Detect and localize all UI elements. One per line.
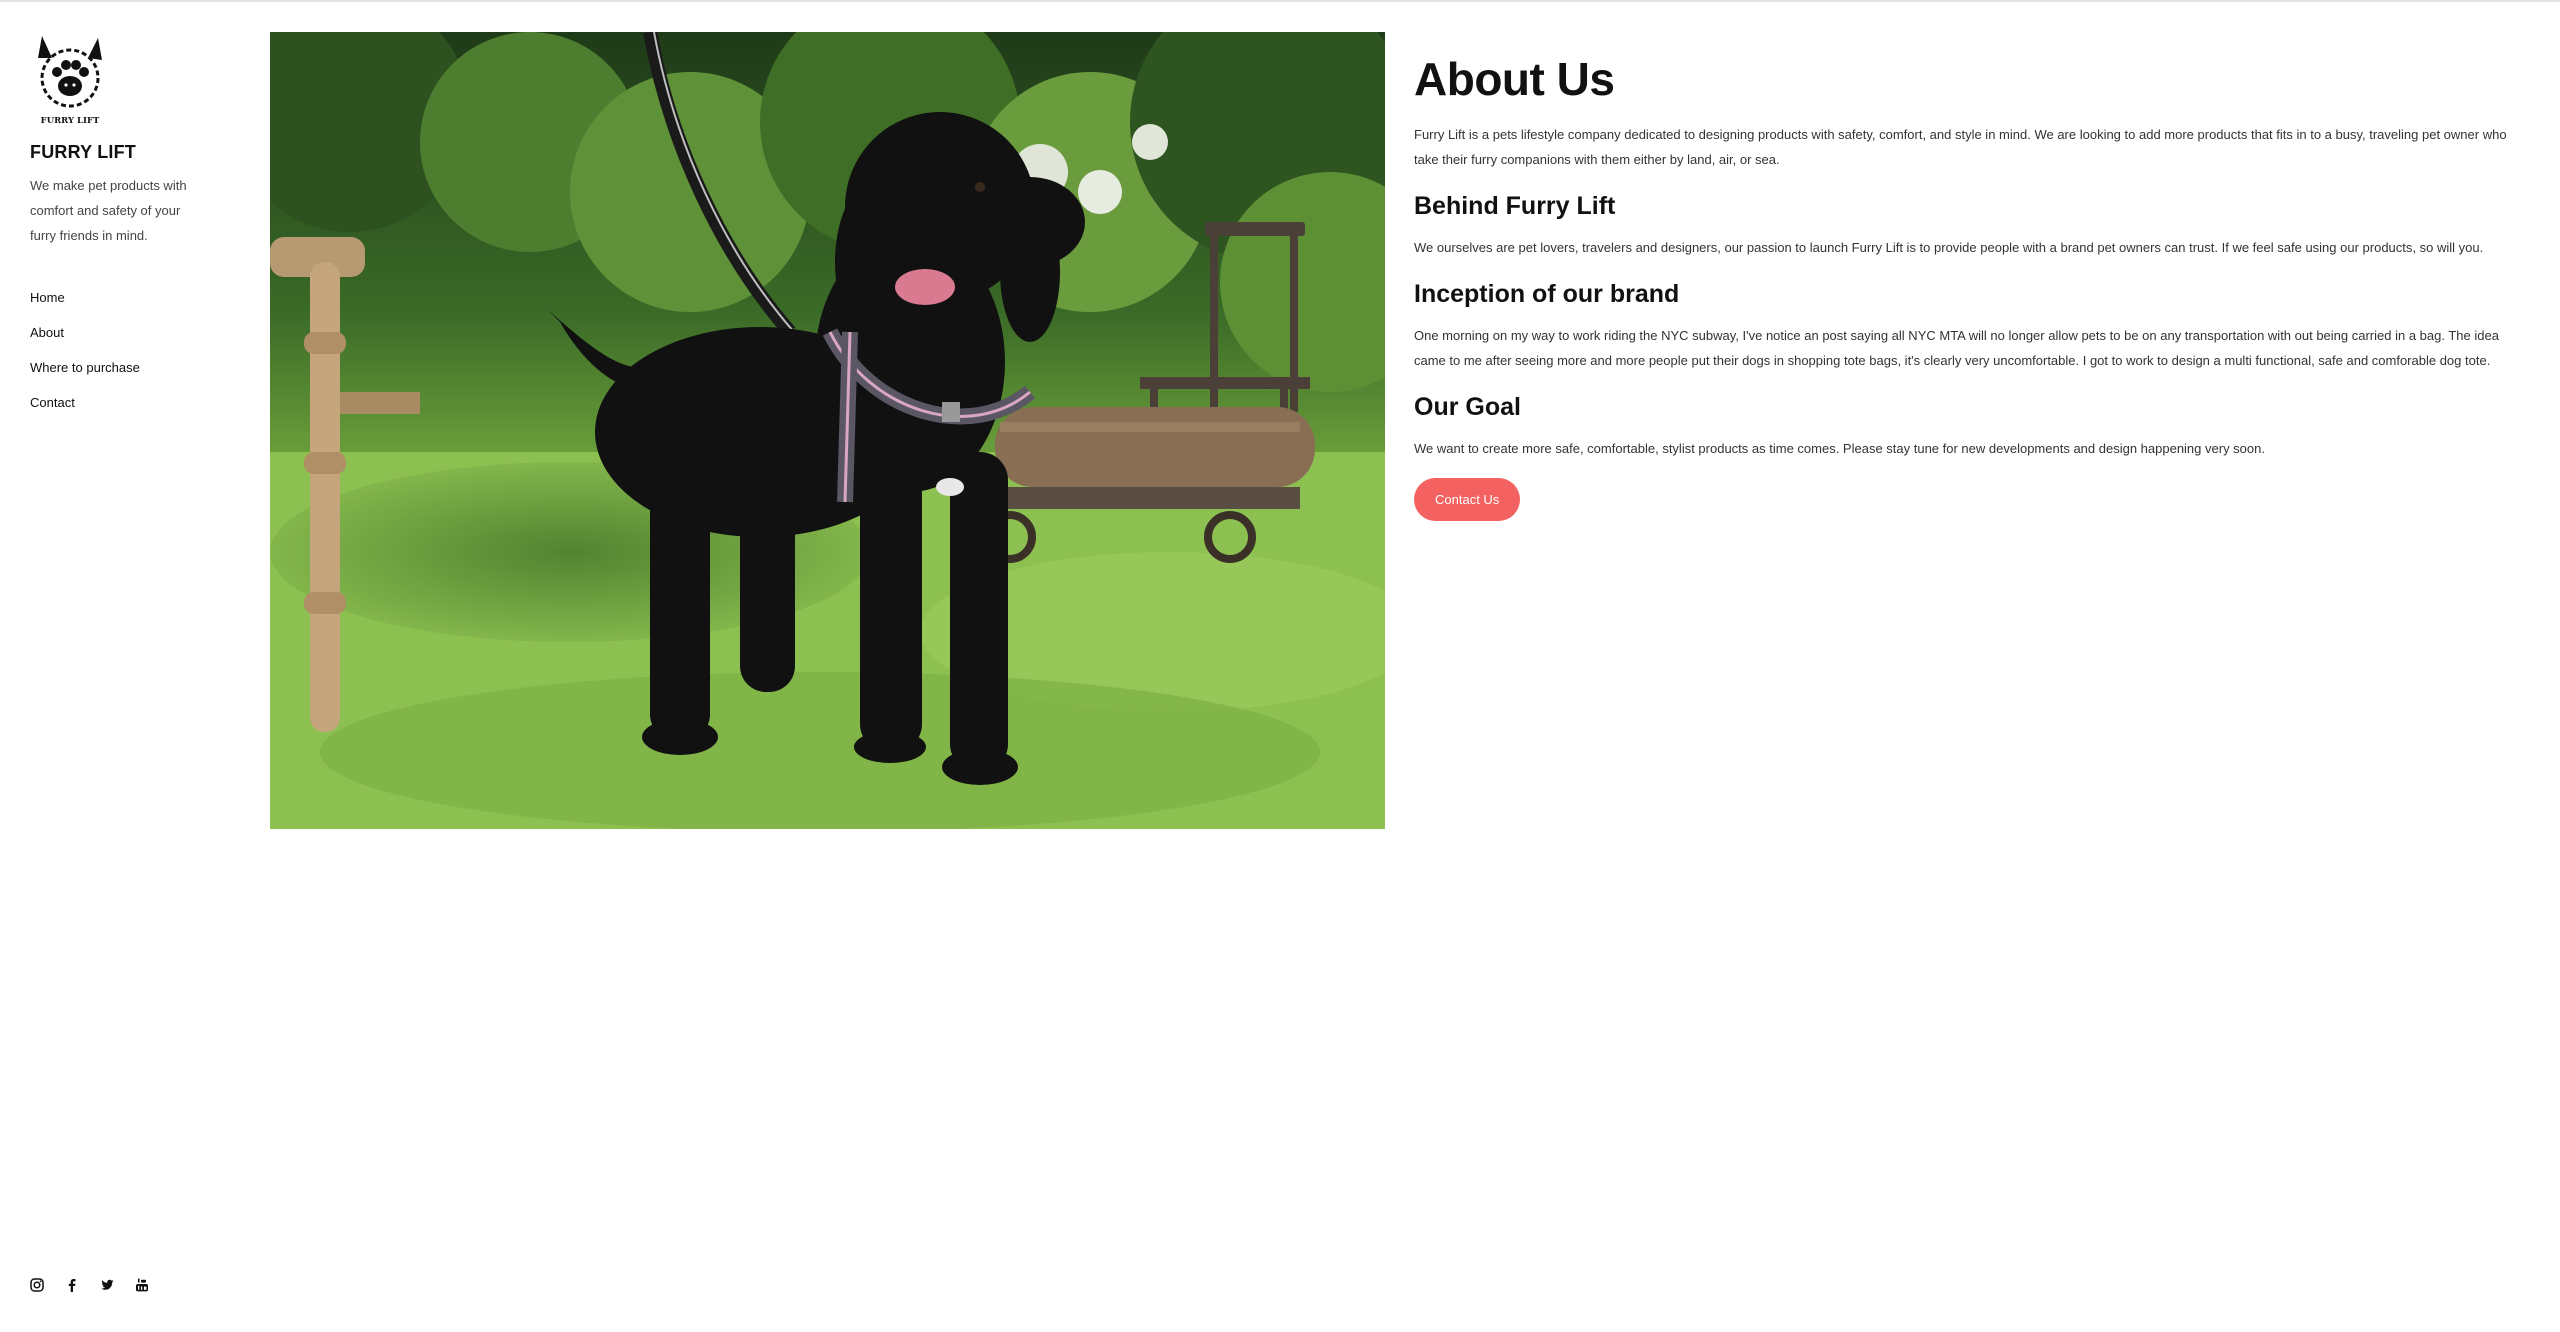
section-heading-inception: Inception of our brand [1414, 280, 1680, 308]
paw-logo-icon: FURRY LIFT [38, 36, 102, 126]
dog-photo [270, 32, 1385, 829]
logo-text: FURRY LIFT [41, 116, 100, 126]
sidebar: FURRY LIFT FURRY LIFT We make pet produc… [30, 32, 230, 428]
brand-name[interactable]: FURRY LIFT [30, 142, 230, 163]
nav-item-where-to-purchase[interactable]: Where to purchase [30, 358, 230, 378]
contact-us-button[interactable]: Contact Us [1414, 478, 1521, 521]
youtube-icon[interactable] [135, 1278, 149, 1292]
social-links [30, 1278, 149, 1292]
brand-logo[interactable]: FURRY LIFT [30, 32, 230, 128]
nav-item-contact[interactable]: Contact [30, 393, 230, 413]
section-text-inception: One morning on my way to work riding the… [1414, 328, 2499, 368]
page-title: About Us [1414, 53, 1615, 105]
hero-image [270, 32, 1385, 829]
nav-item-home[interactable]: Home [30, 288, 230, 308]
section-text-goal: We want to create more safe, comfortable… [1414, 441, 2265, 456]
facebook-icon[interactable] [65, 1278, 79, 1292]
tagline: We make pet products with comfort and sa… [30, 178, 187, 243]
section-heading-goal: Our Goal [1414, 393, 1521, 421]
section-heading-behind: Behind Furry Lift [1414, 192, 1616, 220]
section-text-behind: We ourselves are pet lovers, travelers a… [1414, 240, 2484, 255]
nav-item-about[interactable]: About [30, 323, 230, 343]
about-content: About Us Furry Lift is a pets lifestyle … [1414, 52, 2529, 521]
intro-text: Furry Lift is a pets lifestyle company d… [1414, 127, 2507, 167]
instagram-icon[interactable] [30, 1278, 44, 1292]
main-nav: Home About Where to purchase Contact [30, 288, 230, 413]
top-border [0, 0, 2560, 2]
twitter-icon[interactable] [100, 1278, 114, 1292]
